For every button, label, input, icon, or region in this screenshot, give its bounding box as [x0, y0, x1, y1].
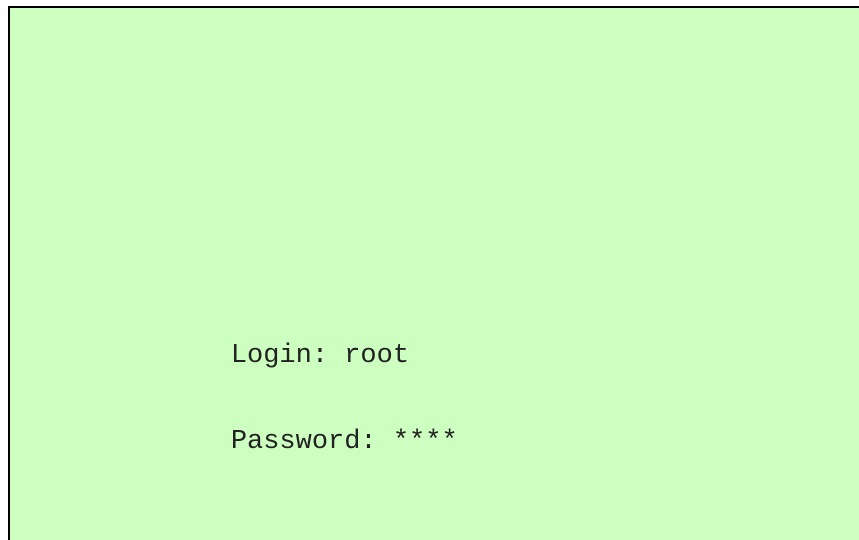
login-label: Login:	[230, 341, 345, 371]
login-line: Login: root	[166, 308, 409, 404]
login-input[interactable]: root	[344, 341, 409, 371]
password-line: Password: ****	[166, 394, 458, 490]
terminal-screen: Login: root Password: ****	[8, 6, 859, 540]
password-input[interactable]: ****	[393, 427, 458, 457]
password-label: Password:	[230, 427, 393, 457]
